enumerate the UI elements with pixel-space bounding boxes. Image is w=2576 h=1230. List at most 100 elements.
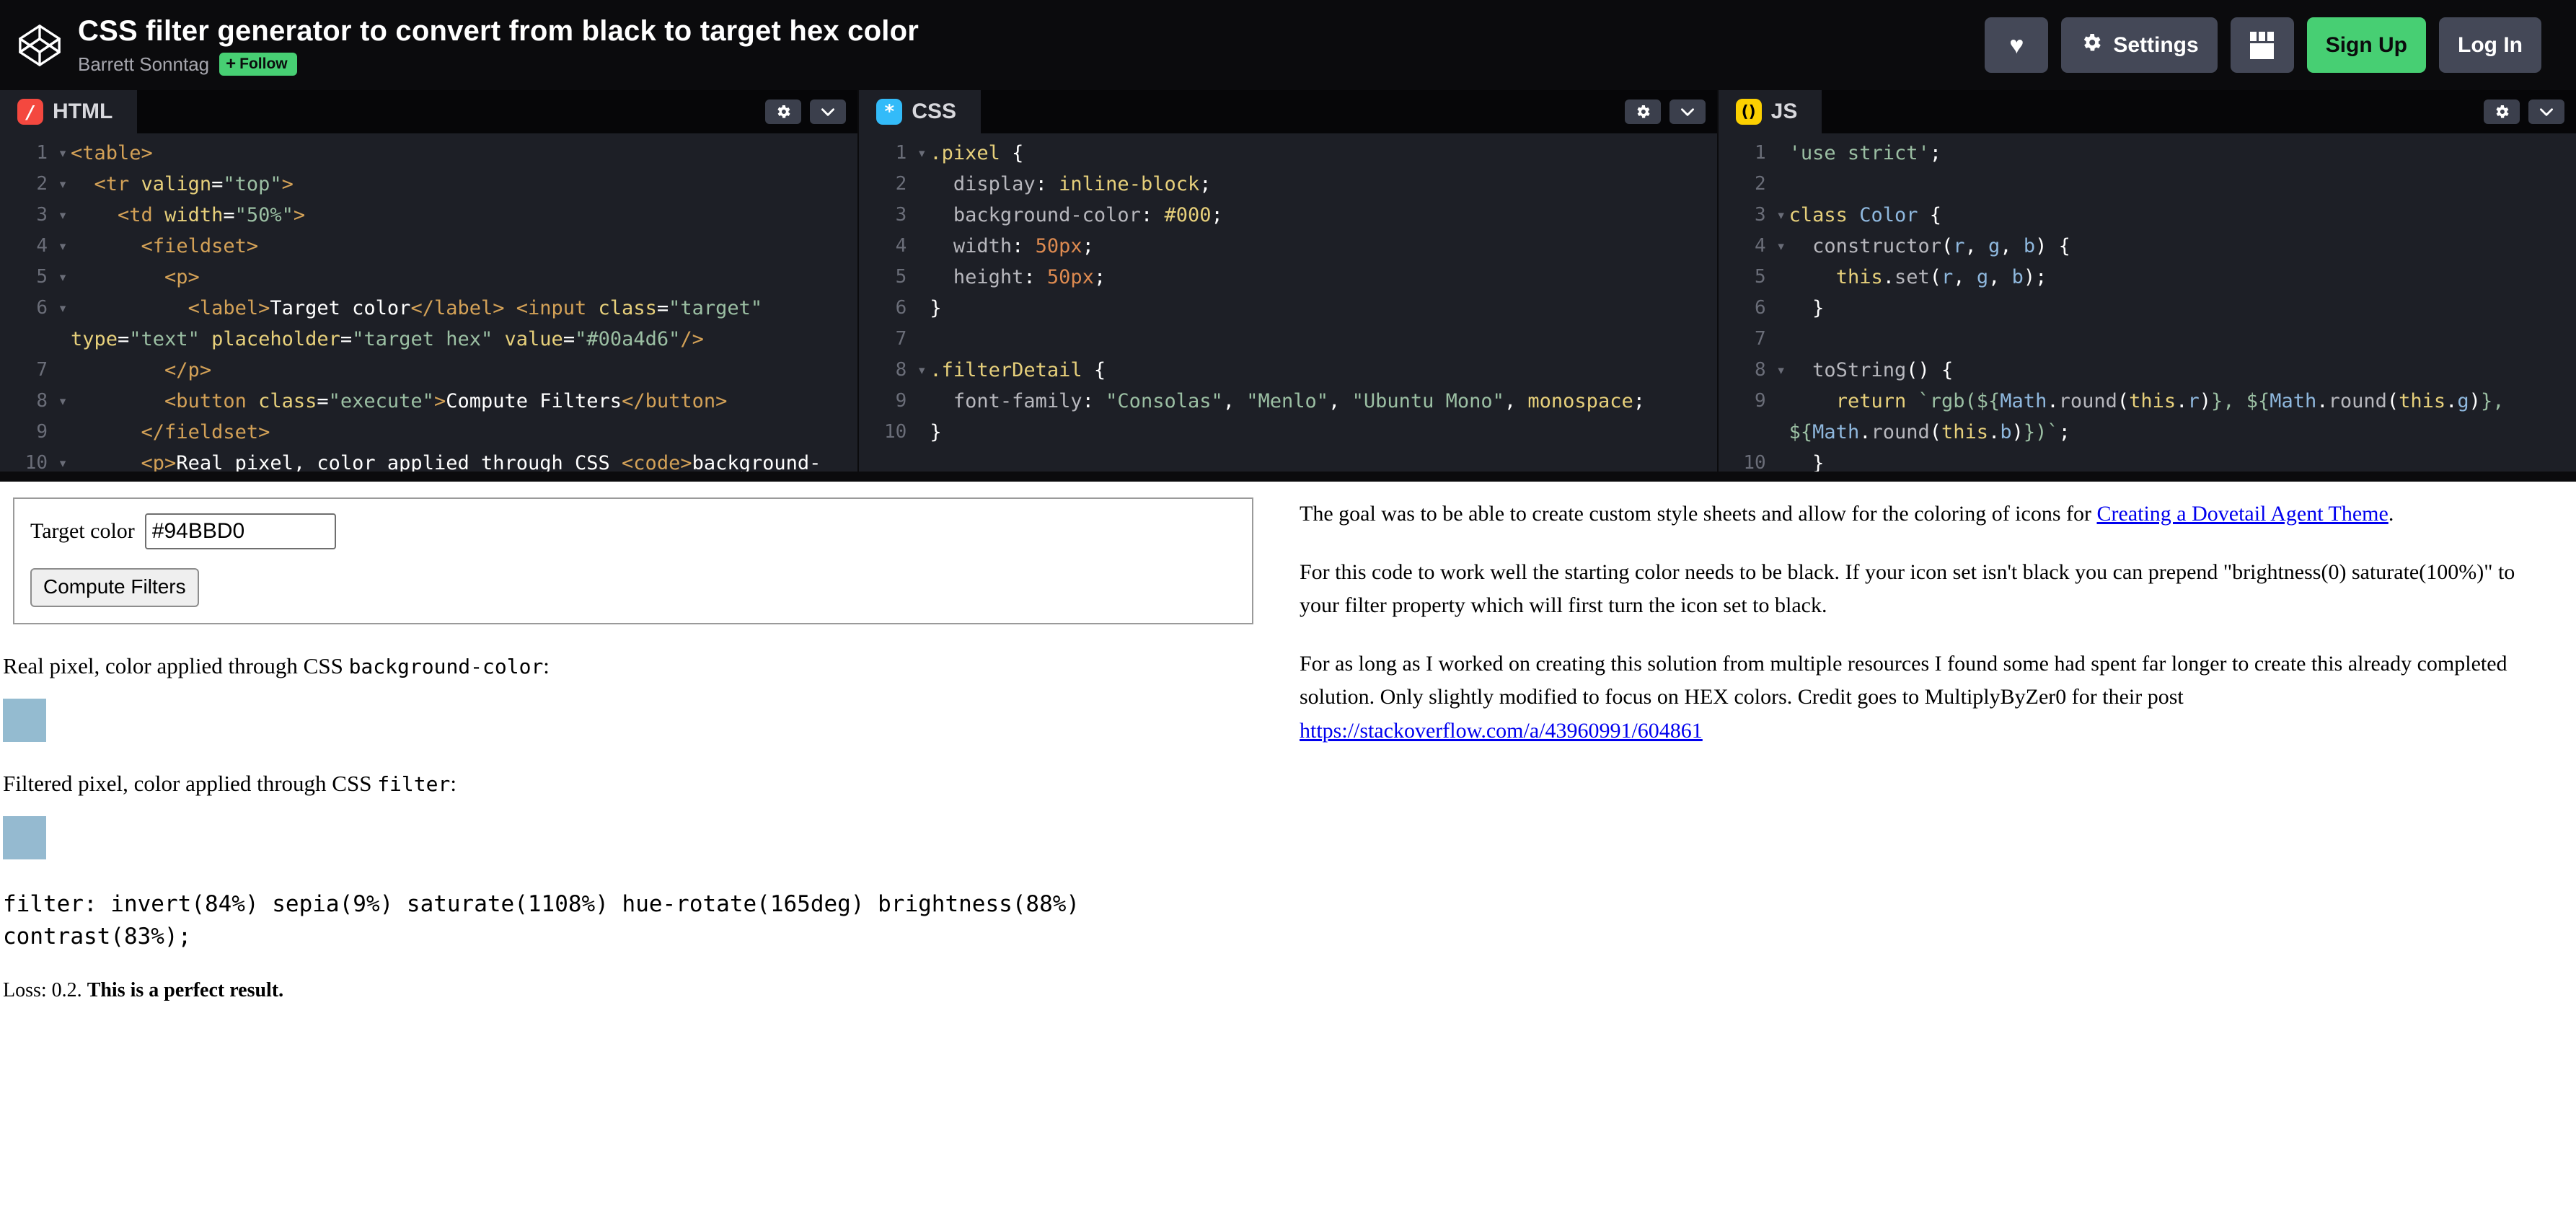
fold-toggle-icon[interactable]: ▾ xyxy=(1773,355,1789,386)
fold-toggle-icon[interactable]: ▾ xyxy=(914,138,930,169)
author-name[interactable]: Barrett Sonntag xyxy=(78,53,209,76)
pane-collapse-chevron-down-icon[interactable] xyxy=(810,99,846,124)
code-text: display: inline-block; xyxy=(930,169,1716,200)
tab-css[interactable]: *CSS xyxy=(859,90,981,133)
code-line: 1'use strict'; xyxy=(1719,138,2576,169)
code-line: 1▾<table> xyxy=(0,138,857,169)
loss-line: Loss: 0.2. This is a perfect result. xyxy=(3,979,2576,1002)
pane-settings-gear-icon[interactable] xyxy=(2484,99,2520,124)
code-line: 9 </fieldset> xyxy=(0,417,857,448)
line-number: 5 xyxy=(1719,262,1773,293)
fold-toggle-icon[interactable]: ▾ xyxy=(55,293,71,324)
loss-verdict: This is a perfect result. xyxy=(87,979,283,1001)
love-button[interactable]: ♥ xyxy=(1985,17,2048,73)
code-text: width: 50px; xyxy=(930,231,1716,262)
code-text: <label>Target color</label> <input class… xyxy=(71,293,857,355)
fold-toggle-icon[interactable]: ▾ xyxy=(55,262,71,293)
settings-button[interactable]: Settings xyxy=(2061,17,2217,73)
code-line: 7 xyxy=(859,324,1716,355)
layout-grid-icon xyxy=(2250,32,2274,59)
filtered-pixel-caption-before: Filtered pixel, color applied through CS… xyxy=(3,771,377,796)
codepen-logo-icon[interactable] xyxy=(17,23,62,68)
line-number: 1 xyxy=(859,138,914,169)
note-text-after: . xyxy=(2388,502,2394,526)
code-line: 6 } xyxy=(1719,293,2576,324)
fold-toggle-icon[interactable]: ▾ xyxy=(914,355,930,386)
real-pixel-caption-after: : xyxy=(543,653,550,678)
code-line: 10} xyxy=(859,417,1716,448)
note-link[interactable]: https://stackoverflow.com/a/43960991/604… xyxy=(1300,719,1703,743)
note-paragraph: The goal was to be able to create custom… xyxy=(1300,497,2559,531)
note-link[interactable]: Creating a Dovetail Agent Theme xyxy=(2097,502,2388,526)
code-line: 5 this.set(r, g, b); xyxy=(1719,262,2576,293)
fold-toggle-icon[interactable]: ▾ xyxy=(55,386,71,417)
line-number: 8 xyxy=(859,355,914,386)
code-text: constructor(r, g, b) { xyxy=(1789,231,2576,262)
fold-toggle-icon[interactable]: ▾ xyxy=(55,200,71,231)
note-text: The goal was to be able to create custom… xyxy=(1300,502,2097,526)
code-area-css[interactable]: 1▾.pixel {2 display: inline-block;3 back… xyxy=(859,133,1716,472)
code-line: 2 xyxy=(1719,169,2576,200)
code-line: 4▾ constructor(r, g, b) { xyxy=(1719,231,2576,262)
code-line: 5 height: 50px; xyxy=(859,262,1716,293)
filtered-pixel-swatch xyxy=(3,816,46,859)
css-badge-icon: * xyxy=(876,99,902,125)
fold-toggle-icon[interactable]: ▾ xyxy=(1773,231,1789,262)
line-number: 8 xyxy=(0,386,55,417)
fold-toggle-icon[interactable]: ▾ xyxy=(55,138,71,169)
code-area-html[interactable]: 1▾<table>2▾ <tr valign="top">3▾ <td widt… xyxy=(0,133,857,472)
target-color-row: Target color xyxy=(30,513,1235,549)
code-text: } xyxy=(930,293,1716,324)
real-pixel-caption-before: Real pixel, color applied through CSS xyxy=(3,653,349,678)
code-text: toString() { xyxy=(1789,355,2576,386)
signup-button[interactable]: Sign Up xyxy=(2307,17,2426,73)
editor-row: /HTML1▾<table>2▾ <tr valign="top">3▾ <td… xyxy=(0,90,2576,472)
code-text: } xyxy=(1789,293,2576,324)
code-text: </p> xyxy=(71,355,857,386)
pane-collapse-chevron-down-icon[interactable] xyxy=(2528,99,2564,124)
follow-button[interactable]: + Follow xyxy=(219,53,297,76)
tab-js[interactable]: ()JS xyxy=(1719,90,1822,133)
change-view-button[interactable] xyxy=(2231,17,2294,73)
code-line: 3▾ <td width="50%"> xyxy=(0,200,857,231)
code-line: 2▾ <tr valign="top"> xyxy=(0,169,857,200)
code-line: 3 background-color: #000; xyxy=(859,200,1716,231)
fold-toggle-icon[interactable]: ▾ xyxy=(55,231,71,262)
line-number: 7 xyxy=(1719,324,1773,355)
pane-settings-gear-icon[interactable] xyxy=(1625,99,1661,124)
code-text: .pixel { xyxy=(930,138,1716,169)
code-text: <td width="50%"> xyxy=(71,200,857,231)
code-line: 10 } xyxy=(1719,448,2576,472)
filtered-pixel-caption-after: : xyxy=(450,771,456,796)
line-number: 1 xyxy=(0,138,55,169)
plus-icon: + xyxy=(226,56,236,73)
code-area-js[interactable]: 1'use strict';2 3▾class Color {4▾ constr… xyxy=(1719,133,2576,472)
fold-toggle-icon[interactable]: ▾ xyxy=(1773,200,1789,231)
code-line: 9 font-family: "Consolas", "Menlo", "Ubu… xyxy=(859,386,1716,417)
pane-settings-gear-icon[interactable] xyxy=(765,99,801,124)
filtered-pixel-code: filter xyxy=(377,772,450,796)
line-number: 10 xyxy=(0,448,55,472)
target-color-input[interactable] xyxy=(145,513,336,549)
code-text: <p>Real pixel, color applied through CSS… xyxy=(71,448,857,472)
settings-button-label: Settings xyxy=(2113,33,2198,58)
code-line: 1▾.pixel { xyxy=(859,138,1716,169)
real-pixel-caption: Real pixel, color applied through CSS ba… xyxy=(3,650,1269,683)
line-number: 5 xyxy=(0,262,55,293)
login-button[interactable]: Log In xyxy=(2439,17,2541,73)
fold-toggle-icon[interactable]: ▾ xyxy=(55,448,71,472)
code-text: font-family: "Consolas", "Menlo", "Ubunt… xyxy=(930,386,1716,417)
note-paragraph: For this code to work well the starting … xyxy=(1300,556,2559,623)
compute-filters-button[interactable]: Compute Filters xyxy=(30,568,199,607)
fold-toggle-icon[interactable]: ▾ xyxy=(55,169,71,200)
preview-right-column: The goal was to be able to create custom… xyxy=(1288,482,2576,772)
line-number: 6 xyxy=(859,293,914,324)
line-number: 9 xyxy=(0,417,55,448)
code-line: 10▾ <p>Real pixel, color applied through… xyxy=(0,448,857,472)
line-number: 2 xyxy=(859,169,914,200)
pane-collapse-chevron-down-icon[interactable] xyxy=(1669,99,1706,124)
tab-html[interactable]: /HTML xyxy=(0,90,137,133)
editor-pane-js: ()JS1'use strict';2 3▾class Color {4▾ co… xyxy=(1719,90,2576,472)
filtered-pixel-caption: Filtered pixel, color applied through CS… xyxy=(3,768,1269,800)
line-number: 4 xyxy=(1719,231,1773,262)
